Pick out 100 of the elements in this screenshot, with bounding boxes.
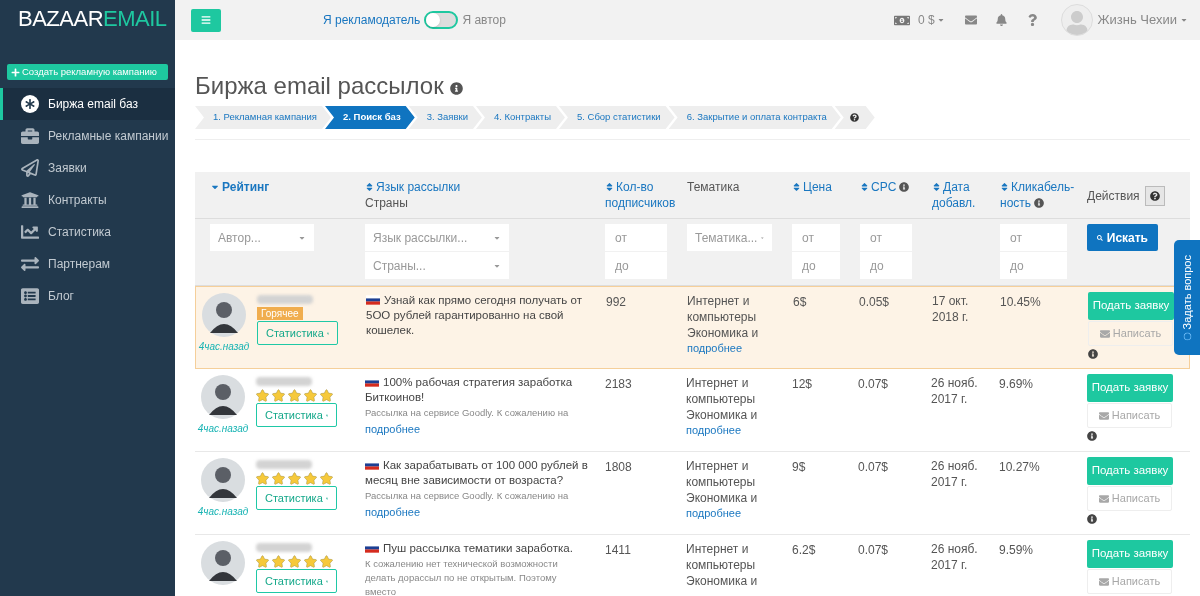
help-icon[interactable] <box>1027 14 1037 26</box>
column-header[interactable]: CPC <box>860 179 910 195</box>
column-header: Тематика <box>687 179 740 195</box>
statistics-button[interactable]: Статистика <box>256 403 337 427</box>
select-field[interactable]: Автор... <box>210 224 314 251</box>
help-button[interactable] <box>1144 186 1165 206</box>
step-tab[interactable]: 4. Контракты <box>475 106 565 129</box>
avatar <box>202 293 246 337</box>
help-step[interactable] <box>834 106 875 129</box>
step-tab[interactable]: 6. Закрытие и оплата контракта <box>668 106 841 129</box>
role-switch[interactable] <box>424 11 459 29</box>
subscriber-count: 1808 <box>605 460 632 474</box>
price-text: 6$ <box>793 295 807 309</box>
asterisk-icon <box>21 95 39 113</box>
input-field[interactable]: до <box>792 252 840 279</box>
mailing-title: Пуш рассылка тематики заработка. <box>365 541 589 556</box>
blurred-author-name <box>256 460 312 469</box>
more-link[interactable]: подробнее <box>365 506 421 518</box>
subscriber-count: 992 <box>606 295 627 309</box>
column-header[interactable]: Кликабель- ность <box>1000 179 1075 211</box>
mailing-title: Как зарабатывать от 100 000 рублей в месяц вне зависимости от возраста? <box>365 458 589 488</box>
star-icon <box>272 555 285 568</box>
mailing-description: К сожалению нет технической возможности делать дорассыл по не открытым. Поэтому вместо <box>365 557 559 596</box>
bank-icon <box>21 191 39 209</box>
more-link[interactable]: подробнее <box>687 341 767 355</box>
arrows-icon <box>21 255 39 273</box>
input-field[interactable]: до <box>1000 252 1067 279</box>
avatar <box>201 375 245 419</box>
input-field[interactable]: до <box>860 252 912 279</box>
cpc-text: 0.07$ <box>858 377 889 391</box>
sidebar-item[interactable]: Рекламные кампании <box>0 120 175 152</box>
flag-icon <box>365 543 379 553</box>
subscriber-count: 2183 <box>605 377 632 391</box>
topic-text: Интернет и компьютеры Экономика и <box>686 458 759 506</box>
input-field[interactable]: от <box>792 224 840 251</box>
menu-button[interactable] <box>191 8 221 32</box>
list-icon <box>21 287 39 305</box>
select-field[interactable]: Страны... <box>365 252 509 279</box>
search-button[interactable]: Искать <box>1087 224 1158 251</box>
blurred-author-name <box>257 295 313 304</box>
sidebar-item[interactable]: Заявки <box>0 152 175 184</box>
select-field[interactable]: Тематика... <box>687 224 772 251</box>
price-text: 12$ <box>792 377 813 391</box>
sidebar-item[interactable]: Биржа email баз <box>0 88 175 120</box>
advertiser-label: Я рекламодатель <box>323 12 421 29</box>
input-field[interactable]: от <box>605 224 667 251</box>
mailing-title: Узнай как прямо сегодня получать от 5OO рублей гарантированно на свой кошелек. <box>366 293 583 338</box>
sidebar-item[interactable]: Партнерам <box>0 248 175 280</box>
star-icon <box>256 472 269 485</box>
briefcase-icon <box>21 127 39 145</box>
ctr-text: 9.69% <box>999 377 1034 391</box>
star-icon <box>288 389 301 402</box>
avatar <box>201 541 245 585</box>
star-icon <box>320 389 333 402</box>
notification-icon[interactable] <box>995 14 1007 26</box>
statistics-button[interactable]: Статистика <box>256 486 337 510</box>
star-icon <box>272 472 285 485</box>
column-header[interactable]: Кол-во подписчиков <box>605 179 676 211</box>
sidebar-item[interactable]: Блог <box>0 280 175 312</box>
balance-dropdown[interactable]: 0 $ <box>917 11 945 29</box>
column-subheader: Страны <box>365 195 409 211</box>
star-icon <box>272 389 285 402</box>
column-header[interactable]: Рейтинг <box>210 179 270 195</box>
caret-icon <box>1180 16 1188 24</box>
input-field[interactable]: до <box>605 252 667 279</box>
flag-icon <box>365 377 379 387</box>
step-tab[interactable]: 2. Поиск баз <box>325 106 415 129</box>
step-tab[interactable]: 1. Рекламная кампания <box>195 106 331 129</box>
more-link[interactable]: подробнее <box>686 506 766 520</box>
info-icon <box>1087 431 1097 441</box>
user-menu[interactable]: Жизнь Чехии <box>1097 10 1188 30</box>
column-header[interactable]: Цена <box>792 179 832 195</box>
statistics-button[interactable]: Статистика <box>257 321 338 345</box>
more-link[interactable]: подробнее <box>365 423 421 435</box>
select-field[interactable]: Язык рассылки... <box>365 224 509 251</box>
mailing-description: Рассылка на сервисе Goodly. К сожалению на <box>365 489 570 503</box>
logo: BAZAAREMAIL <box>17 5 168 33</box>
time-ago: 4час.назад <box>197 422 249 436</box>
ctr-text: 9.59% <box>999 543 1034 557</box>
plus-icon <box>11 67 20 77</box>
mail-icon[interactable] <box>964 14 977 26</box>
topic-text: Интернет и компьютеры Экономика и <box>686 375 759 423</box>
input-field[interactable]: от <box>1000 224 1067 251</box>
more-link[interactable]: подробнее <box>686 423 766 437</box>
star-icon <box>320 555 333 568</box>
input-field[interactable]: от <box>860 224 912 251</box>
column-header[interactable]: Дата добавл. <box>932 179 976 211</box>
step-tab[interactable]: 5. Сбор статистики <box>558 106 675 129</box>
step-tab[interactable]: 3. Заявки <box>408 106 482 129</box>
info-icon <box>1088 349 1098 359</box>
statistics-button[interactable]: Статистика <box>256 569 337 593</box>
sidebar-item[interactable]: Статистика <box>0 216 175 248</box>
envelope-icon <box>1098 410 1109 421</box>
info-icon <box>449 81 463 95</box>
sidebar-item[interactable]: Контракты <box>0 184 175 216</box>
ask-question-tab[interactable]: Задать вопрос <box>1174 240 1200 355</box>
column-header[interactable]: Язык рассылки <box>365 179 461 195</box>
cpc-text: 0.07$ <box>858 543 889 557</box>
menu-icon <box>201 15 211 25</box>
star-icon <box>304 472 317 485</box>
